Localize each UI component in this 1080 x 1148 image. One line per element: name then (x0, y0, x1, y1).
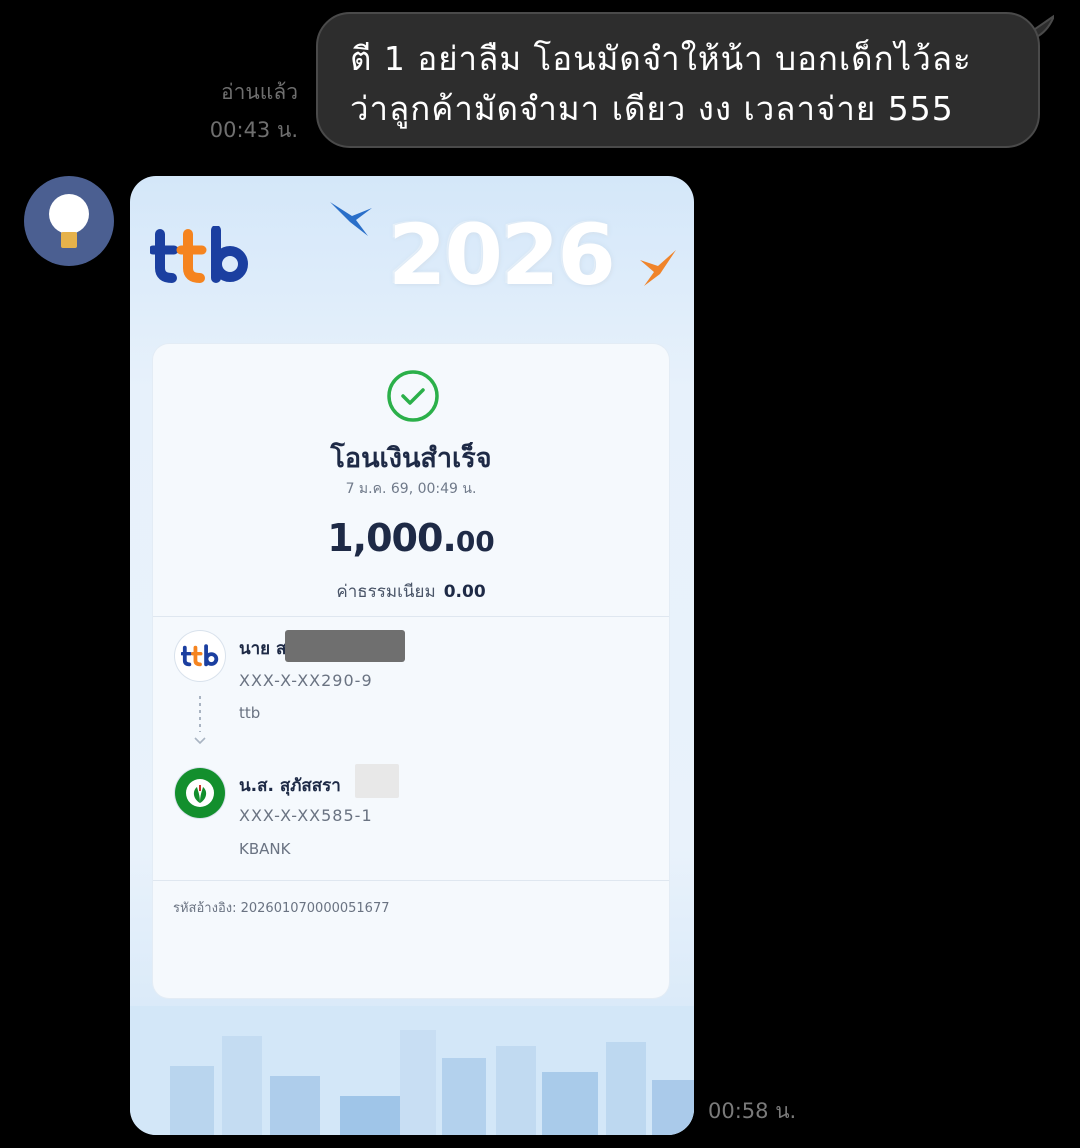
slip-card: โอนเงินสำเร็จ 7 ม.ค. 69, 00:49 น. 1,000.… (153, 344, 693, 1135)
transfer-datetime: 7 ม.ค. 69, 00:49 น. (345, 481, 477, 497)
sender-bank-logo (175, 631, 225, 681)
ttb-logo-icon (181, 644, 219, 667)
divider (153, 880, 669, 881)
city-skyline-illustration (130, 1006, 694, 1135)
receiver-name-redaction (355, 764, 399, 798)
amount-integer: 1,000. (327, 516, 457, 560)
message-line-1: ตี 1 อย่าลืม โอนมัดจำให้น้า บอกเด็กไว้ละ (350, 39, 972, 78)
chevron-down-icon (194, 737, 206, 745)
receiver-name-text: น.ส. สุภัสสรา (239, 776, 341, 796)
transfer-slip-image[interactable]: 2026 โอนเงินสำเร็จ 7 ม.ค. 69, 00:49 น. 1… (130, 176, 694, 1135)
check-circle-icon (387, 370, 439, 422)
transfer-amount: 1,000.00 (153, 516, 669, 560)
fee-row: ค่าธรรมเนียม 0.00 (153, 578, 669, 605)
sender-name-redaction (285, 630, 405, 662)
transfer-success-title: โอนเงินสำเร็จ (330, 443, 492, 474)
receiver-account: XXX-X-XX585-1 (239, 806, 373, 825)
kbank-logo-icon (186, 779, 214, 807)
fee-value: 0.00 (443, 582, 486, 602)
fee-label: ค่าธรรมเนียม (336, 582, 436, 602)
sender-bank: ttb (239, 704, 261, 722)
lightbulb-icon (49, 194, 89, 234)
bird-icon (330, 202, 372, 236)
contact-avatar[interactable] (24, 176, 114, 266)
read-status: อ่านแล้ว (221, 80, 298, 104)
year-banner: 2026 (388, 206, 616, 304)
lightbulb-base-icon (61, 232, 77, 248)
reference-number: รหัสอ้างอิง: 202601070000051677 (173, 901, 390, 916)
message-line-2: ว่าลูกค้ามัดจำมา เดียว งง เวลาจ่าย 555 (350, 89, 954, 128)
bird-icon (640, 250, 676, 286)
divider (153, 616, 669, 617)
ttb-logo-icon (150, 226, 248, 283)
image-time: 00:58 น. (708, 1099, 797, 1123)
amount-decimal: 00 (455, 525, 495, 558)
sender-name: นาย ส (239, 639, 287, 659)
transfer-connector (199, 696, 201, 732)
message-bubble[interactable]: ตี 1 อย่าลืม โอนมัดจำให้น้า บอกเด็กไว้ละ… (316, 12, 1040, 148)
sent-time: 00:43 น. (209, 118, 298, 142)
receiver-bank: KBANK (239, 840, 291, 858)
receiver-bank-logo (175, 768, 225, 818)
sender-account: XXX-X-XX290-9 (239, 671, 373, 690)
